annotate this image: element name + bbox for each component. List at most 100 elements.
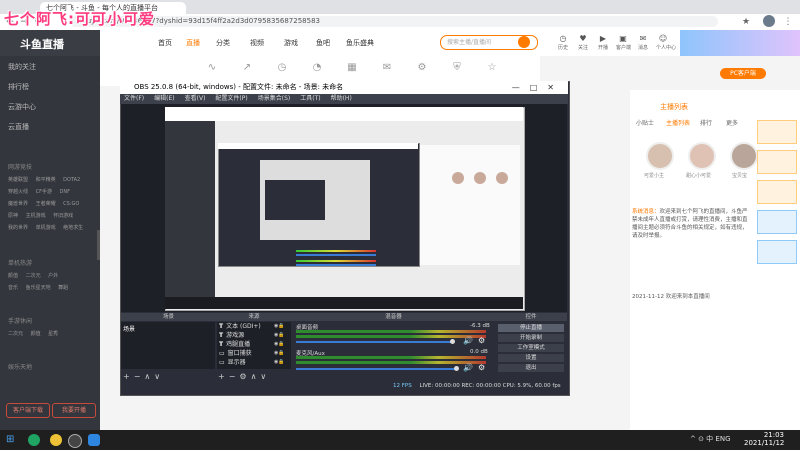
widget-card[interactable]: [757, 150, 797, 174]
sidebar-grid-row[interactable]: 英雄联盟 和平精英 DOTA2: [8, 176, 80, 183]
avatar[interactable]: [688, 142, 716, 170]
obs-icon[interactable]: [68, 434, 82, 448]
scene-controls[interactable]: +−∧∨: [123, 372, 164, 381]
source-item[interactable]: ▭ 窗口捕获 ◉🔒: [219, 350, 285, 357]
obs-titlebar[interactable]: OBS 25.0.8 (64-bit, windows) - 配置文件: 未命名…: [120, 81, 568, 94]
source-controls[interactable]: +−⚙∧∨: [218, 372, 270, 381]
sidebar-item-rank[interactable]: 排行榜: [8, 82, 29, 92]
menu-view[interactable]: 查看(V): [185, 95, 206, 102]
sidebar-grid-row[interactable]: 穿越火线 CF手游 DNF: [8, 188, 70, 195]
sidebar-grid-row[interactable]: 原神 主机游戏 怀旧游戏: [8, 212, 73, 219]
history-icon[interactable]: ◷ 历史: [556, 34, 570, 54]
avatar[interactable]: [730, 142, 758, 170]
nav-yuba[interactable]: 鱼吧: [316, 38, 330, 48]
sidebar-grid-row[interactable]: 魔兽世界 王者荣耀 CS:GO: [8, 200, 79, 207]
wave-icon[interactable]: ∿: [205, 62, 219, 76]
sidebar-grid-row[interactable]: 音乐 鱼乐星天地 舞蹈: [8, 284, 68, 291]
tab-tips[interactable]: 小贴士: [636, 118, 654, 127]
menu-tools[interactable]: 工具(T): [300, 95, 320, 102]
chrome-icon[interactable]: [50, 434, 62, 446]
user-center-icon[interactable]: ☺ 个人中心: [656, 34, 676, 54]
sidebar-grid-row[interactable]: 二次元 颜值 星秀: [8, 330, 58, 337]
pc-client-button[interactable]: PC客户端: [720, 68, 766, 79]
speaker-icon[interactable]: 🔊: [463, 336, 473, 345]
tab-anchor-list[interactable]: 主播列表: [666, 118, 690, 127]
menu-scene-collection[interactable]: 场景集合(S): [258, 95, 291, 102]
exit-button[interactable]: 退出: [498, 364, 564, 372]
pie-icon[interactable]: ◔: [310, 62, 324, 76]
shield-icon[interactable]: ⛨: [450, 62, 464, 76]
menu-file[interactable]: 文件(F): [124, 95, 144, 102]
task-icon[interactable]: ▣ 客户端: [616, 34, 631, 54]
gear-icon[interactable]: ⚙: [415, 62, 429, 76]
start-recording-button[interactable]: 开始录制: [498, 334, 564, 342]
eye-lock-icon[interactable]: ◉🔒: [274, 341, 285, 348]
search-icon[interactable]: [518, 36, 530, 48]
source-item[interactable]: T 游戏源 ◉🔒: [219, 332, 285, 339]
volume-slider[interactable]: [296, 368, 456, 370]
sidebar-item-follow[interactable]: 我的关注: [8, 62, 36, 72]
open-live-icon[interactable]: ▶ 开播: [596, 34, 610, 54]
tab-more[interactable]: 更多: [726, 118, 738, 127]
site-logo[interactable]: 斗鱼直播: [20, 36, 64, 52]
sidebar-grid-row[interactable]: 我的世界 单机游戏 绝地求生: [8, 224, 83, 231]
sidebar-item-cloudlive[interactable]: 云直播: [8, 122, 29, 132]
gift-icon[interactable]: ✉: [380, 62, 394, 76]
sidebar-section-3: 手游休闲: [8, 318, 33, 325]
nav-game[interactable]: 游戏: [284, 38, 298, 48]
nav-festival[interactable]: 鱼乐盛典: [346, 38, 374, 48]
menu-icon[interactable]: ⋮: [782, 16, 794, 28]
gear-icon[interactable]: ⚙: [478, 363, 485, 372]
scene-item[interactable]: 场景: [123, 324, 135, 333]
menu-help[interactable]: 帮助(H): [331, 95, 352, 102]
settings-button[interactable]: 设置: [498, 354, 564, 362]
arrow-icon[interactable]: ↗: [240, 62, 254, 76]
widget-card[interactable]: [757, 240, 797, 264]
promo-banner[interactable]: [680, 30, 800, 56]
source-item[interactable]: T 鸡腿直播 ◉🔒: [219, 341, 285, 348]
widget-card[interactable]: [757, 180, 797, 204]
slider-handle[interactable]: [450, 339, 455, 344]
clock-icon[interactable]: ◷: [275, 62, 289, 76]
star-icon[interactable]: ☆: [485, 62, 499, 76]
sidebar-item-cloud[interactable]: 云游中心: [8, 102, 36, 112]
menu-profile[interactable]: 配置文件(P): [215, 95, 247, 102]
taskbar-clock[interactable]: 21:03 2021/11/12: [744, 431, 784, 447]
gear-icon[interactable]: ⚙: [478, 336, 485, 345]
source-item[interactable]: T 文本 (GDI+) ◉🔒: [219, 323, 285, 330]
nav-home[interactable]: 首页: [158, 38, 172, 48]
scene-list[interactable]: [121, 322, 215, 369]
profile-avatar[interactable]: [763, 15, 775, 27]
download-client-button[interactable]: 客户端下载: [6, 403, 50, 418]
message-icon[interactable]: ✉ 消息: [636, 34, 650, 54]
nav-category[interactable]: 分类: [216, 38, 230, 48]
widget-card[interactable]: [757, 210, 797, 234]
eye-lock-icon[interactable]: ◉🔒: [274, 359, 285, 366]
studio-mode-button[interactable]: 工作室模式: [498, 344, 564, 352]
nav-live[interactable]: 直播: [186, 38, 200, 48]
source-item[interactable]: ▭ 显示器 ◉🔒: [219, 359, 285, 366]
tab-rank[interactable]: 排行: [700, 118, 712, 127]
menu-edit[interactable]: 编辑(E): [154, 95, 174, 102]
volume-slider[interactable]: [296, 341, 452, 343]
url-field[interactable]: douyu.com/t/4136057?dyshid=93d15f4ff2a2d…: [70, 16, 718, 27]
edge-icon[interactable]: [28, 434, 40, 446]
eye-lock-icon[interactable]: ◉🔒: [274, 323, 285, 330]
stop-stream-button[interactable]: 停止直播: [498, 324, 564, 332]
follow-icon[interactable]: ♥ 关注: [576, 34, 590, 54]
avatar[interactable]: [646, 142, 674, 170]
eye-lock-icon[interactable]: ◉🔒: [274, 332, 285, 339]
grid-icon[interactable]: ▦: [345, 62, 359, 76]
extension-icon[interactable]: ★: [740, 16, 752, 28]
widget-card[interactable]: [757, 120, 797, 144]
nav-video[interactable]: 视频: [250, 38, 264, 48]
eye-lock-icon[interactable]: ◉🔒: [274, 350, 285, 357]
system-tray[interactable]: ^ ⊙ 中 ENG: [690, 434, 731, 444]
windows-start-icon[interactable]: ⊞: [6, 434, 18, 446]
speaker-icon[interactable]: 🔊: [463, 363, 473, 372]
slider-handle[interactable]: [454, 366, 459, 371]
start-live-button[interactable]: 我要开播: [52, 403, 96, 418]
window-buttons[interactable]: —□✕: [512, 81, 564, 94]
sidebar-grid-row[interactable]: 颜值 二次元 户外: [8, 272, 58, 279]
app-icon[interactable]: [88, 434, 100, 446]
